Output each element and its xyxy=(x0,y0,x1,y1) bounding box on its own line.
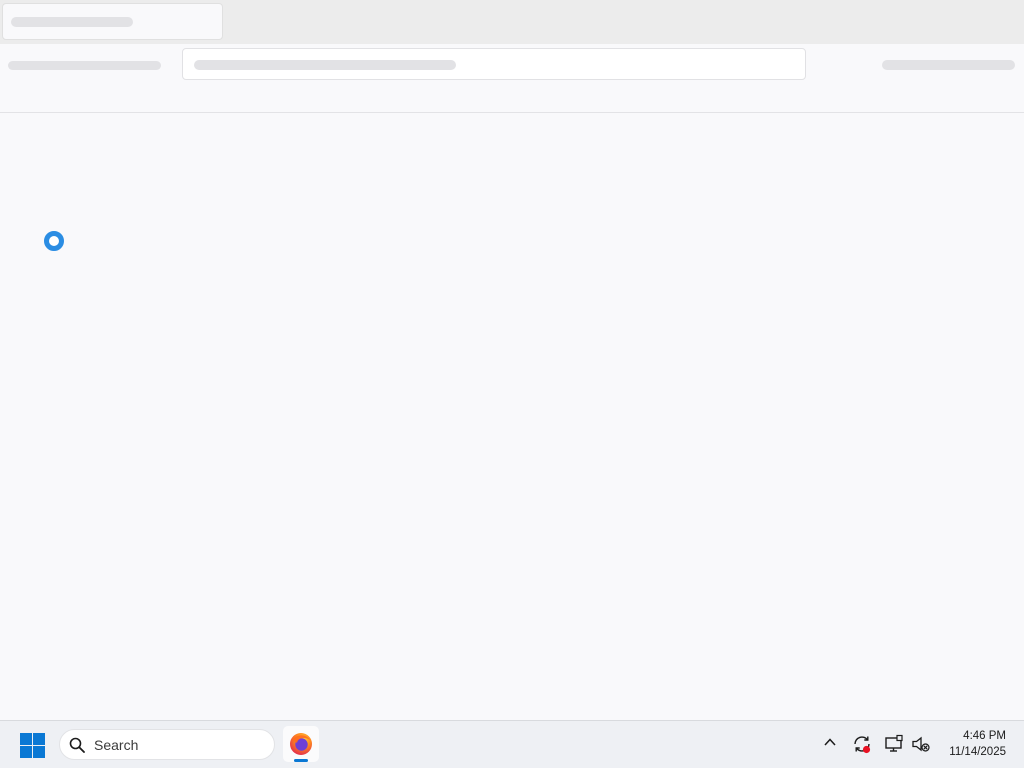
browser-toolbar xyxy=(0,44,1024,113)
system-clock[interactable]: 4:46 PM 11/14/2025 xyxy=(949,728,1006,760)
network-icon[interactable] xyxy=(884,734,904,754)
taskbar-app-firefox[interactable] xyxy=(283,726,319,762)
volume-muted-icon[interactable] xyxy=(911,734,931,754)
search-icon xyxy=(69,737,85,753)
toolbar-right-placeholder xyxy=(882,60,1015,70)
loading-spinner-icon xyxy=(44,231,64,251)
clock-date: 11/14/2025 xyxy=(949,746,1006,758)
browser-tab[interactable] xyxy=(2,3,223,40)
tab-strip xyxy=(0,0,1024,44)
tab-title-placeholder xyxy=(11,17,133,27)
search-placeholder: Search xyxy=(94,737,139,753)
page-content xyxy=(0,113,1024,720)
clock-time: 4:46 PM xyxy=(963,730,1006,742)
address-bar[interactable] xyxy=(182,48,806,80)
firefox-icon xyxy=(290,733,312,755)
address-bar-placeholder xyxy=(194,60,456,70)
toolbar-left-placeholder xyxy=(8,61,161,70)
active-app-indicator xyxy=(294,759,308,762)
taskbar-search-box[interactable]: Search xyxy=(59,729,275,760)
chevron-up-icon[interactable] xyxy=(823,735,837,749)
sync-alert-icon[interactable] xyxy=(852,734,872,754)
taskbar: Search 4:46 PM 11/14/2025 xyxy=(0,720,1024,768)
windows-start-icon[interactable] xyxy=(20,733,45,758)
